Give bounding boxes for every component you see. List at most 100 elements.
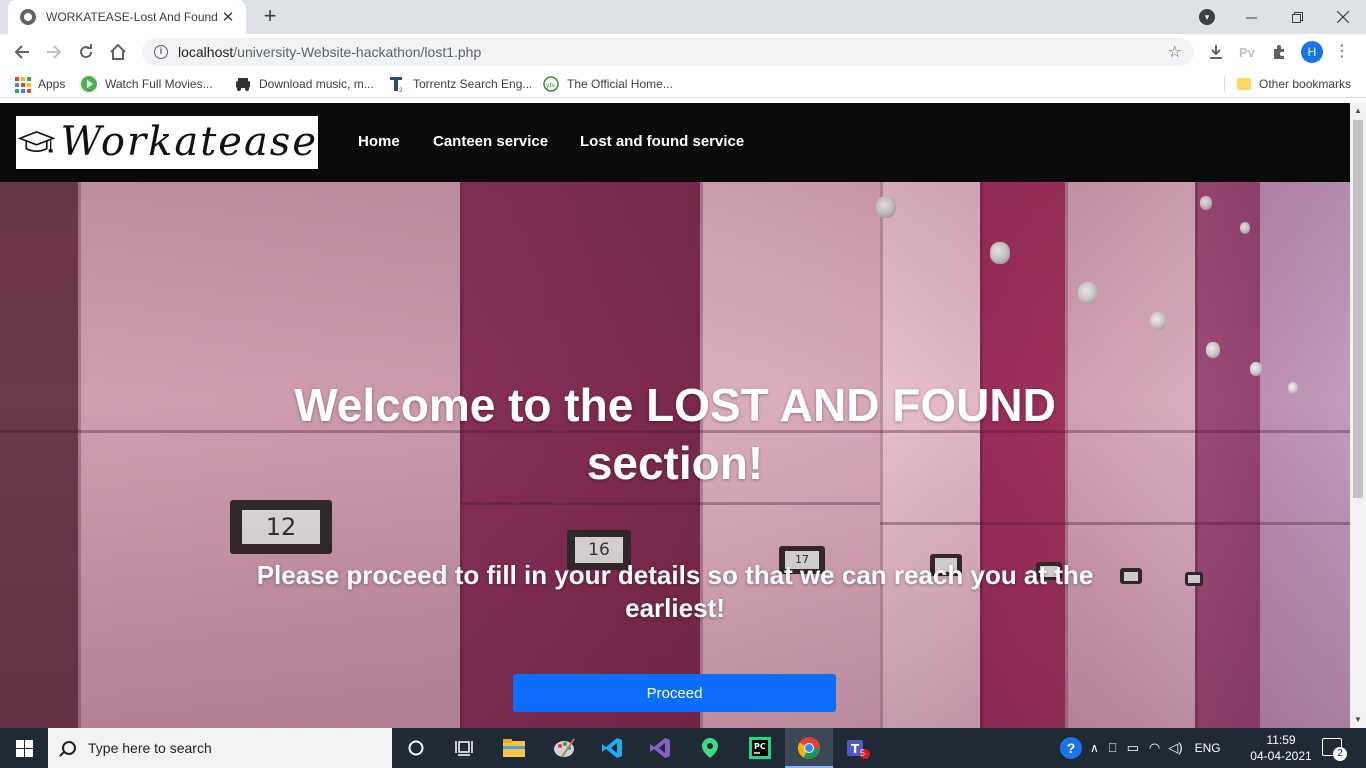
bookmark-star-icon[interactable]: ☆ <box>1168 42 1182 62</box>
close-icon <box>1337 11 1349 23</box>
url-text[interactable]: localhost/university-Website-hackathon/l… <box>178 44 1168 60</box>
map-pin-icon <box>702 738 718 758</box>
bookmark-torrentz[interactable]: 2 Torrentz Search Eng... <box>389 75 532 93</box>
scroll-down-icon[interactable]: ▼ <box>1350 712 1366 728</box>
vscode-icon <box>602 738 622 758</box>
taskbar-visual-studio[interactable] <box>636 728 684 768</box>
back-button[interactable] <box>10 40 34 64</box>
profile-avatar[interactable]: H <box>1301 41 1323 63</box>
teams-badge: 5 <box>860 748 866 758</box>
restore-button[interactable] <box>1274 0 1320 34</box>
new-tab-button[interactable]: + <box>258 5 282 29</box>
windows-taskbar: Type here to search PC T 5 ? ∧ ⎕ ▭ ◠ ◁) … <box>0 728 1366 768</box>
car-icon <box>236 78 250 91</box>
bookmarks-separator <box>1224 76 1225 92</box>
start-button[interactable] <box>0 728 48 768</box>
bookmark-official-home[interactable]: yts The Official Home... <box>543 75 673 93</box>
hero-subtitle: Please proceed to fill in your details s… <box>256 560 1094 623</box>
address-bar[interactable]: i localhost/university-Website-hackathon… <box>142 38 1194 66</box>
taskbar-file-explorer[interactable] <box>490 728 538 768</box>
paint-palette-icon <box>554 738 575 758</box>
folder-icon <box>503 739 525 757</box>
site-navbar: Workatease Home Canteen service Lost and… <box>0 103 1350 182</box>
svg-text:PC: PC <box>754 742 766 751</box>
language-indicator[interactable]: ENG <box>1195 741 1221 755</box>
notification-count: 2 <box>1333 747 1347 761</box>
graduation-cap-icon <box>17 131 55 153</box>
extension-pv-icon[interactable]: Pv <box>1236 41 1258 63</box>
hero-section: 12 16 17 Welcome to the LOST AND FOUND s… <box>0 182 1350 728</box>
taskbar-pycharm[interactable]: PC <box>736 728 784 768</box>
more-menu-icon[interactable]: ⋮ <box>1334 41 1350 63</box>
svg-text:T: T <box>851 742 860 756</box>
show-hidden-icons[interactable]: ∧ <box>1090 741 1099 755</box>
meet-now-icon[interactable]: ⎕ <box>1109 740 1117 756</box>
notification-center-icon[interactable]: 2 <box>1322 738 1347 761</box>
battery-icon[interactable]: ▭ <box>1127 740 1139 756</box>
download-icon[interactable] <box>1205 41 1227 63</box>
system-tray: ? ∧ ⎕ ▭ ◠ ◁) ENG <box>1060 728 1221 768</box>
play-icon <box>81 76 97 92</box>
logo-wordmark: Workatease <box>60 119 318 165</box>
minimize-icon <box>1245 17 1257 18</box>
taskbar-clock[interactable]: 11:59 04-04-2021 <box>1250 732 1312 764</box>
bookmark-download-music[interactable]: Download music, m... <box>235 75 374 93</box>
visual-studio-icon <box>650 738 670 758</box>
home-button[interactable] <box>106 40 130 64</box>
task-view-icon <box>455 741 473 756</box>
taskbar-maps[interactable] <box>686 728 734 768</box>
windows-logo-icon <box>15 739 33 757</box>
svg-text:yts: yts <box>546 82 555 89</box>
site-logo[interactable]: Workatease <box>16 116 318 169</box>
search-icon <box>62 741 76 755</box>
forward-button[interactable] <box>42 40 66 64</box>
bookmark-watch-movies[interactable]: Watch Full Movies... <box>81 75 213 93</box>
task-view-button[interactable] <box>440 728 488 768</box>
cortana-circle-icon <box>408 740 424 756</box>
nav-home-link[interactable]: Home <box>358 133 400 150</box>
bookmarks-bar: Apps Watch Full Movies... Download music… <box>0 70 1366 98</box>
reload-icon <box>80 44 93 59</box>
bookmark-apps[interactable]: Apps <box>14 75 65 93</box>
torrentz-icon: 2 <box>390 77 403 92</box>
scroll-up-icon[interactable]: ▲ <box>1350 103 1366 119</box>
help-icon[interactable]: ? <box>1060 737 1082 759</box>
teams-icon: T <box>847 740 870 759</box>
apps-grid-icon <box>14 76 31 93</box>
minimize-button[interactable] <box>1228 0 1274 34</box>
taskbar-search-box[interactable]: Type here to search <box>48 728 392 768</box>
hero-title: Welcome to the LOST AND FOUND section! <box>294 379 1056 489</box>
site-info-icon[interactable]: i <box>154 45 168 59</box>
page-viewport: Workatease Home Canteen service Lost and… <box>0 103 1350 728</box>
other-bookmarks-folder[interactable]: Other bookmarks <box>1237 75 1351 93</box>
search-placeholder: Type here to search <box>88 740 212 756</box>
restore-icon <box>1291 11 1303 23</box>
folder-icon <box>1237 78 1251 90</box>
globe-icon <box>20 9 36 25</box>
browser-tabstrip: WORKATEASE-Lost And Found ✕ + ▾ <box>0 0 1366 34</box>
taskbar-chrome[interactable] <box>785 728 833 768</box>
close-window-button[interactable] <box>1320 0 1366 34</box>
nav-lost-found-link[interactable]: Lost and found service <box>580 133 744 150</box>
svg-text:2: 2 <box>399 88 403 92</box>
taskbar-paint[interactable] <box>540 728 588 768</box>
tab-close-icon[interactable]: ✕ <box>220 8 236 26</box>
extensions-puzzle-icon[interactable] <box>1268 41 1290 63</box>
cortana-button[interactable] <box>392 728 440 768</box>
nav-canteen-link[interactable]: Canteen service <box>433 133 548 150</box>
chrome-icon <box>798 737 820 759</box>
forward-arrow-icon <box>47 45 62 59</box>
wifi-icon[interactable]: ◠ <box>1149 740 1160 756</box>
taskbar-teams[interactable]: T 5 <box>834 728 882 768</box>
proceed-button[interactable]: Proceed <box>513 674 836 712</box>
page-scrollbar[interactable]: ▲ ▼ <box>1350 103 1366 728</box>
browser-tab[interactable]: WORKATEASE-Lost And Found ✕ <box>8 0 246 34</box>
tab-search-icon[interactable]: ▾ <box>1199 9 1215 25</box>
reload-button[interactable] <box>74 40 98 64</box>
browser-toolbar: i localhost/university-Website-hackathon… <box>0 34 1366 70</box>
volume-icon[interactable]: ◁) <box>1168 740 1182 756</box>
tab-title: WORKATEASE-Lost And Found <box>46 10 218 24</box>
back-arrow-icon <box>14 45 29 59</box>
scrollbar-thumb[interactable] <box>1353 120 1363 498</box>
taskbar-vscode[interactable] <box>588 728 636 768</box>
